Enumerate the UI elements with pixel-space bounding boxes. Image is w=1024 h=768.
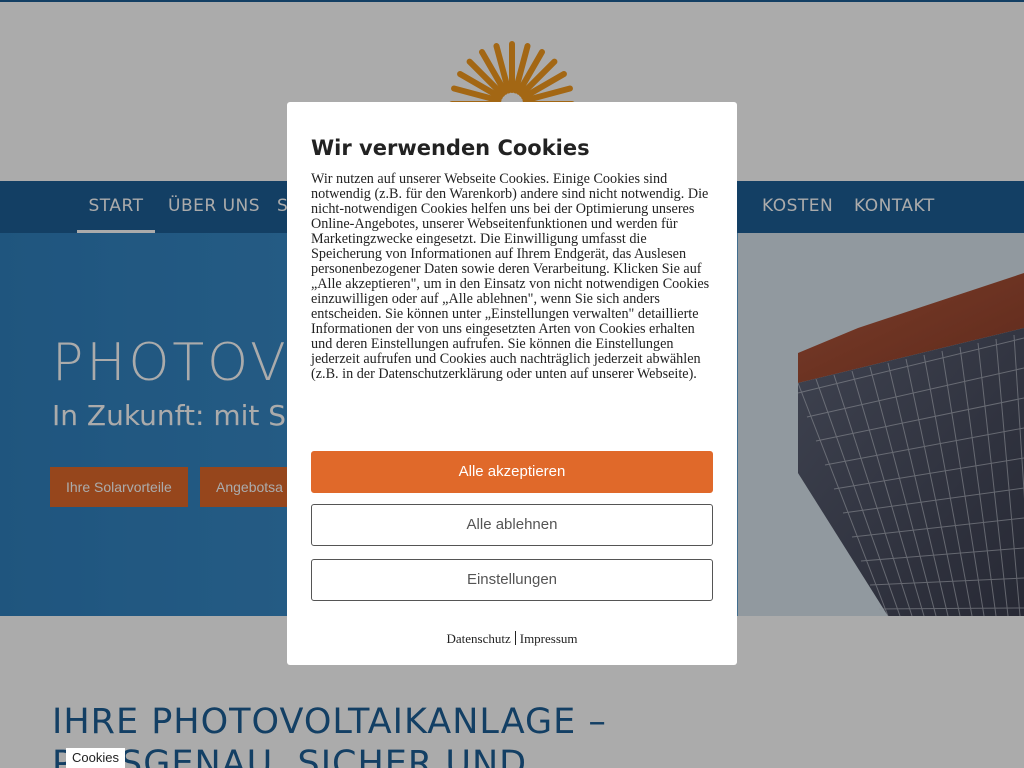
settings-button[interactable]: Einstellungen xyxy=(311,559,713,601)
cookie-dialog-body: Wir nutzen auf unserer Webseite Cookies.… xyxy=(311,171,710,382)
reject-all-button[interactable]: Alle ablehnen xyxy=(311,504,713,546)
cookie-dialog-links: Datenschutz Impressum xyxy=(287,631,737,647)
cookies-tab[interactable]: Cookies xyxy=(66,748,125,768)
privacy-link[interactable]: Datenschutz xyxy=(446,631,510,646)
cookie-consent-dialog: Wir verwenden Cookies Wir nutzen auf uns… xyxy=(287,102,737,665)
cookie-dialog-title: Wir verwenden Cookies xyxy=(311,136,590,160)
accept-all-button[interactable]: Alle akzeptieren xyxy=(311,451,713,493)
page: START ÜBER UNS S KOSTEN KONTAKT PHOTOV I… xyxy=(0,0,1024,768)
link-separator xyxy=(514,631,516,645)
imprint-link[interactable]: Impressum xyxy=(520,631,578,646)
